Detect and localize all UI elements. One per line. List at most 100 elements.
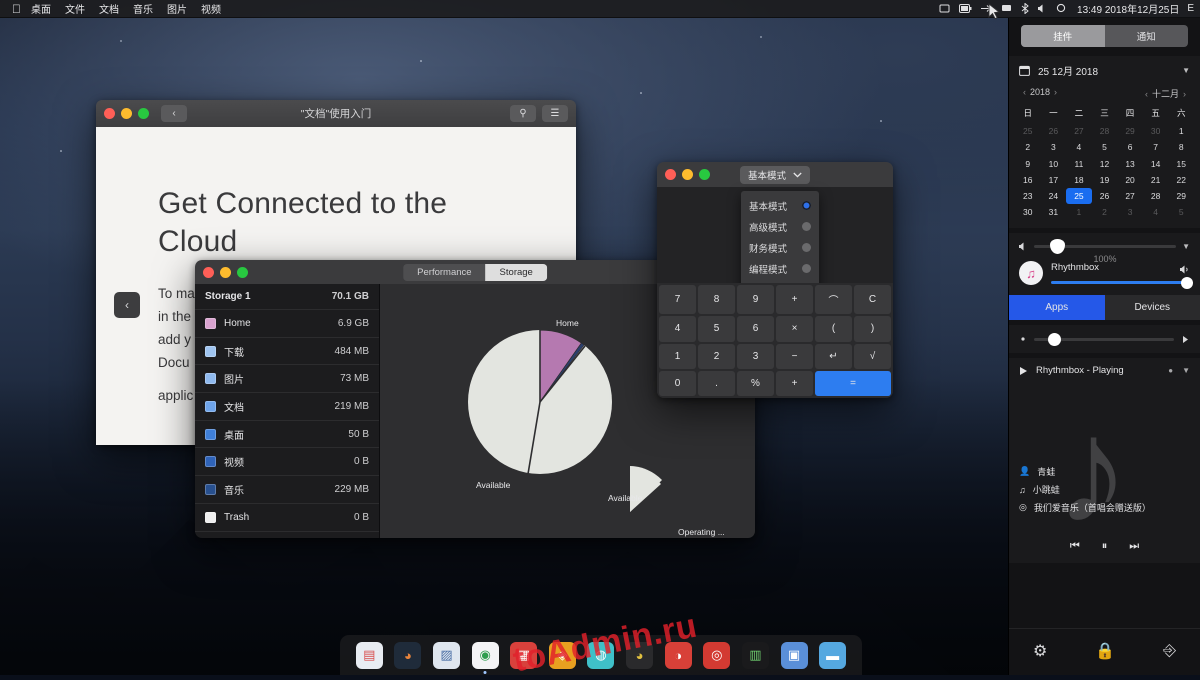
close-button[interactable] [665, 169, 676, 180]
calendar-day[interactable]: 4 [1143, 204, 1169, 220]
calendar-day[interactable]: 16 [1015, 172, 1041, 188]
app-volume-slider[interactable] [1051, 281, 1190, 284]
bluetooth-icon[interactable] [1021, 3, 1029, 14]
menu-item-basic-mode[interactable]: 基本模式 [741, 195, 819, 216]
calc-key-9[interactable]: 9 [737, 285, 774, 314]
calendar-day[interactable]: 4 [1066, 139, 1092, 155]
calc-key-power[interactable]: ⌒ [815, 285, 852, 314]
dock-item-settings-app[interactable]: ▣ [781, 642, 808, 669]
close-button[interactable] [104, 108, 115, 119]
speaker-icon[interactable] [1019, 242, 1028, 251]
table-row[interactable]: Trash 0 B [195, 504, 379, 532]
calc-key-multiply[interactable]: × [776, 316, 813, 341]
calc-key-0[interactable]: 0 [659, 371, 696, 396]
calendar-day[interactable]: 26 [1092, 188, 1118, 204]
menu-item-music[interactable]: 音乐 [133, 1, 153, 16]
menu-item-documents[interactable]: 文档 [99, 1, 119, 16]
calendar-day[interactable]: 28 [1143, 188, 1169, 204]
calc-key-2[interactable]: 2 [698, 344, 735, 369]
dock-item-app-store[interactable]: ◈ [549, 642, 576, 669]
calc-key-1[interactable]: 1 [659, 344, 696, 369]
lock-icon[interactable]: 🔒 [1095, 641, 1115, 661]
calc-key-8[interactable]: 8 [698, 285, 735, 314]
calendar-day[interactable]: 10 [1041, 155, 1067, 171]
calc-key-decimal[interactable]: . [698, 371, 735, 396]
calendar-day[interactable]: 2 [1092, 204, 1118, 220]
calc-key-4[interactable]: 4 [659, 316, 696, 341]
menu-item-advanced-mode[interactable]: 高级模式 [741, 216, 819, 237]
chevron-down-icon[interactable]: ▼ [1182, 66, 1190, 75]
calendar-day[interactable]: 27 [1117, 188, 1143, 204]
display-icon[interactable] [1001, 4, 1012, 13]
document-back-button[interactable]: ‹ [161, 105, 187, 122]
screen-record-icon[interactable] [939, 3, 950, 14]
close-button[interactable] [203, 267, 214, 278]
table-row[interactable]: 文档 219 MB [195, 393, 379, 421]
chevron-right-icon[interactable]: › [1179, 89, 1190, 99]
brightness-slider-handle[interactable] [1048, 333, 1061, 346]
calc-key-5[interactable]: 5 [698, 316, 735, 341]
calc-key-paren-close[interactable]: ) [854, 316, 891, 341]
chevron-down-icon[interactable]: ▼ [1182, 366, 1190, 375]
calc-key-clear[interactable]: C [854, 285, 891, 314]
calendar-day[interactable]: 13 [1117, 155, 1143, 171]
calendar-day[interactable]: 30 [1015, 204, 1041, 220]
dock-item-chrome[interactable]: ◉ [472, 642, 499, 669]
calendar-day[interactable]: 9 [1015, 155, 1041, 171]
dock-item-files-app[interactable]: ▬ [819, 642, 846, 669]
maximize-button[interactable] [237, 267, 248, 278]
calendar-day[interactable]: 1 [1168, 123, 1194, 139]
calc-key-sqrt[interactable]: √ [854, 344, 891, 369]
minimize-button[interactable] [220, 267, 231, 278]
calendar-day[interactable]: 29 [1168, 188, 1194, 204]
table-row[interactable]: 下载 484 MB [195, 338, 379, 366]
battery-icon[interactable] [959, 4, 972, 13]
menubar-clock[interactable]: 13:49 2018年12月25日 [1077, 1, 1179, 16]
table-row[interactable]: Home 6.9 GB [195, 310, 379, 338]
volume-slider-handle[interactable] [1050, 239, 1065, 254]
calculator-titlebar[interactable]: 基本模式 [657, 162, 893, 187]
apple-logo-icon[interactable]:  [12, 3, 21, 15]
calendar-day-today[interactable]: 25 [1066, 188, 1092, 204]
search-icon[interactable] [1056, 3, 1067, 14]
tab-storage[interactable]: Storage [486, 264, 547, 281]
tab-devices[interactable]: Devices [1105, 295, 1200, 320]
calendar-day[interactable]: 18 [1066, 172, 1092, 188]
pause-icon[interactable]: ⏸ [1102, 540, 1108, 553]
calendar-day[interactable]: 6 [1117, 139, 1143, 155]
calendar-day[interactable]: 19 [1092, 172, 1118, 188]
calendar-day[interactable]: 24 [1041, 188, 1067, 204]
dock-item-opera[interactable]: ◑ [665, 642, 692, 669]
calendar-day[interactable]: 20 [1117, 172, 1143, 188]
menu-item-files[interactable]: 文件 [65, 1, 85, 16]
calendar-day[interactable]: 14 [1143, 155, 1169, 171]
calendar-day[interactable]: 29 [1117, 123, 1143, 139]
calendar-day[interactable]: 26 [1041, 123, 1067, 139]
calc-key-3[interactable]: 3 [737, 344, 774, 369]
dock-item-terminal[interactable]: ▥ [742, 642, 769, 669]
dock-item-messenger[interactable]: ◍ [587, 642, 614, 669]
volume-icon[interactable] [1038, 4, 1047, 13]
table-row[interactable]: 音乐 229 MB [195, 476, 379, 504]
calendar-day[interactable]: 27 [1066, 123, 1092, 139]
dock-item-photos-app[interactable]: ▨ [433, 642, 460, 669]
dock-item-calendar-app[interactable]: ▦ [510, 642, 537, 669]
calendar-year-nav[interactable]: ‹2018› [1019, 87, 1061, 100]
calendar-day[interactable]: 22 [1168, 172, 1194, 188]
master-volume-slider[interactable]: 100% [1034, 245, 1176, 248]
tab-notifications[interactable]: 通知 [1105, 25, 1189, 47]
calendar-day[interactable]: 5 [1168, 204, 1194, 220]
calculator-mode-selector[interactable]: 基本模式 [740, 166, 810, 184]
calendar-day[interactable]: 8 [1168, 139, 1194, 155]
minimize-button[interactable] [682, 169, 693, 180]
menu-item-videos[interactable]: 视频 [201, 1, 221, 16]
document-titlebar[interactable]: ‹ "文档"使用入门 ⚲ ☰ [96, 100, 576, 127]
calc-key-7[interactable]: 7 [659, 285, 696, 314]
calc-key-minus[interactable]: − [776, 344, 813, 369]
calendar-day[interactable]: 11 [1066, 155, 1092, 171]
calendar-day[interactable]: 5 [1092, 139, 1118, 155]
calendar-day[interactable]: 31 [1041, 204, 1067, 220]
tab-apps[interactable]: Apps [1009, 295, 1105, 320]
calendar-day[interactable]: 3 [1041, 139, 1067, 155]
calendar-day[interactable]: 23 [1015, 188, 1041, 204]
